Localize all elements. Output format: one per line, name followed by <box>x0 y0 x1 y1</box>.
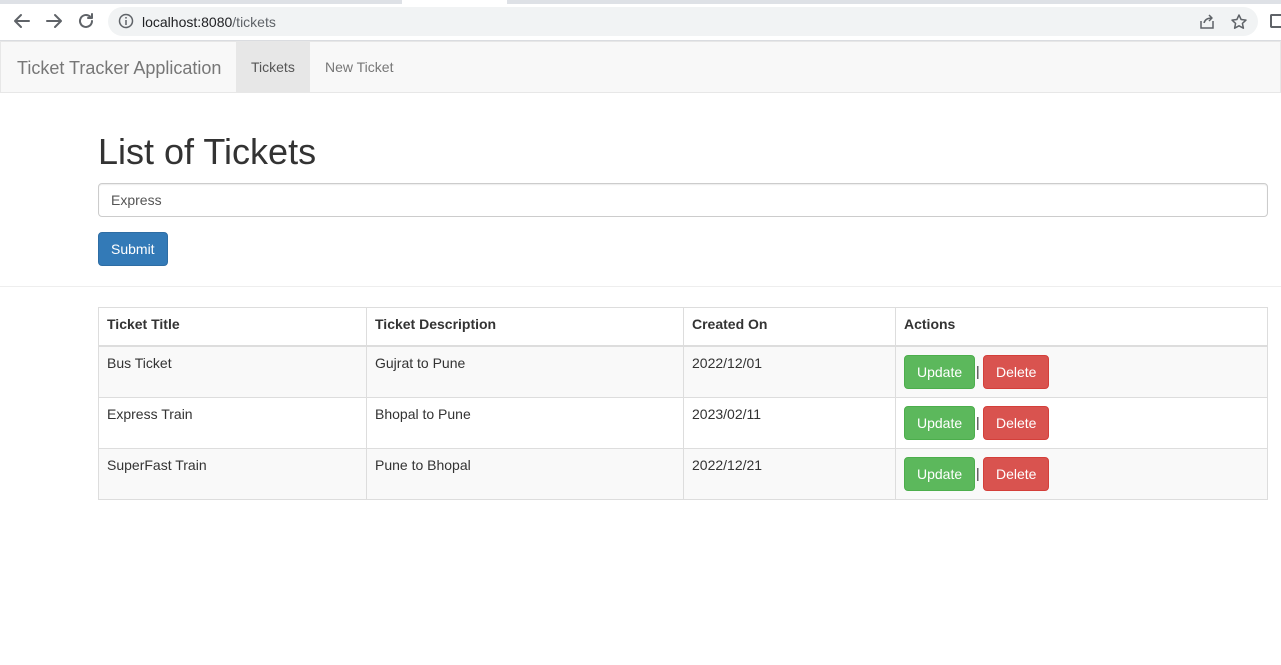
navbar-brand[interactable]: Ticket Tracker Application <box>17 58 221 79</box>
ticket-title-cell: Express Train <box>98 396 367 449</box>
header-ticket-description: Ticket Description <box>366 307 684 347</box>
nav-item-tickets[interactable]: Tickets <box>236 42 310 92</box>
delete-button[interactable]: Delete <box>983 354 1050 389</box>
url-host: localhost:8080 <box>142 14 233 30</box>
ticket-actions-cell: Update | Delete <box>895 345 1268 398</box>
url-text: localhost:8080/tickets <box>142 14 276 30</box>
delete-button[interactable]: Delete <box>983 456 1050 491</box>
ticket-description-cell: Bhopal to Pune <box>366 396 684 449</box>
reload-icon[interactable] <box>74 9 98 33</box>
action-separator: | <box>976 413 980 430</box>
site-info-icon[interactable] <box>118 13 134 29</box>
header-ticket-title: Ticket Title <box>98 307 367 347</box>
ticket-created-cell: 2022/12/01 <box>683 345 896 398</box>
ticket-created-cell: 2023/02/11 <box>683 396 896 449</box>
submit-button[interactable]: Submit <box>98 232 168 266</box>
action-separator: | <box>976 362 980 379</box>
update-button[interactable]: Update <box>904 405 976 440</box>
share-icon[interactable] <box>1198 13 1216 31</box>
address-bar[interactable]: localhost:8080/tickets <box>108 7 1258 36</box>
back-icon[interactable] <box>10 9 34 33</box>
tickets-table: Ticket Title Ticket Description Created … <box>98 307 1268 500</box>
side-panel-icon[interactable] <box>1270 14 1281 28</box>
url-path: /tickets <box>232 14 276 30</box>
bookmark-star-icon[interactable] <box>1230 13 1248 31</box>
table-row: Express Train Bhopal to Pune 2023/02/11 … <box>98 396 1268 449</box>
table-row: Bus Ticket Gujrat to Pune 2022/12/01 Upd… <box>98 345 1268 398</box>
delete-button[interactable]: Delete <box>983 405 1050 440</box>
nav-item-new-ticket[interactable]: New Ticket <box>310 42 408 92</box>
ticket-description-cell: Gujrat to Pune <box>366 345 684 398</box>
search-input[interactable] <box>98 183 1268 217</box>
forward-icon[interactable] <box>42 9 66 33</box>
ticket-description-cell: Pune to Bhopal <box>366 447 684 500</box>
header-actions: Actions <box>895 307 1268 347</box>
divider <box>0 286 1281 287</box>
ticket-title-cell: SuperFast Train <box>98 447 367 500</box>
action-separator: | <box>976 464 980 481</box>
tab-strip-edge <box>0 0 402 4</box>
browser-toolbar: localhost:8080/tickets <box>0 0 1281 41</box>
update-button[interactable]: Update <box>904 354 976 389</box>
page-title: List of Tickets <box>98 131 317 172</box>
update-button[interactable]: Update <box>904 456 976 491</box>
app-navbar: Ticket Tracker Application Tickets New T… <box>0 41 1281 93</box>
table-header-row: Ticket Title Ticket Description Created … <box>98 307 1268 347</box>
ticket-actions-cell: Update | Delete <box>895 396 1268 449</box>
header-created-on: Created On <box>683 307 896 347</box>
table-row: SuperFast Train Pune to Bhopal 2022/12/2… <box>98 447 1268 500</box>
ticket-created-cell: 2022/12/21 <box>683 447 896 500</box>
ticket-title-cell: Bus Ticket <box>98 345 367 398</box>
ticket-actions-cell: Update | Delete <box>895 447 1268 500</box>
tab-strip-edge <box>507 0 1281 4</box>
